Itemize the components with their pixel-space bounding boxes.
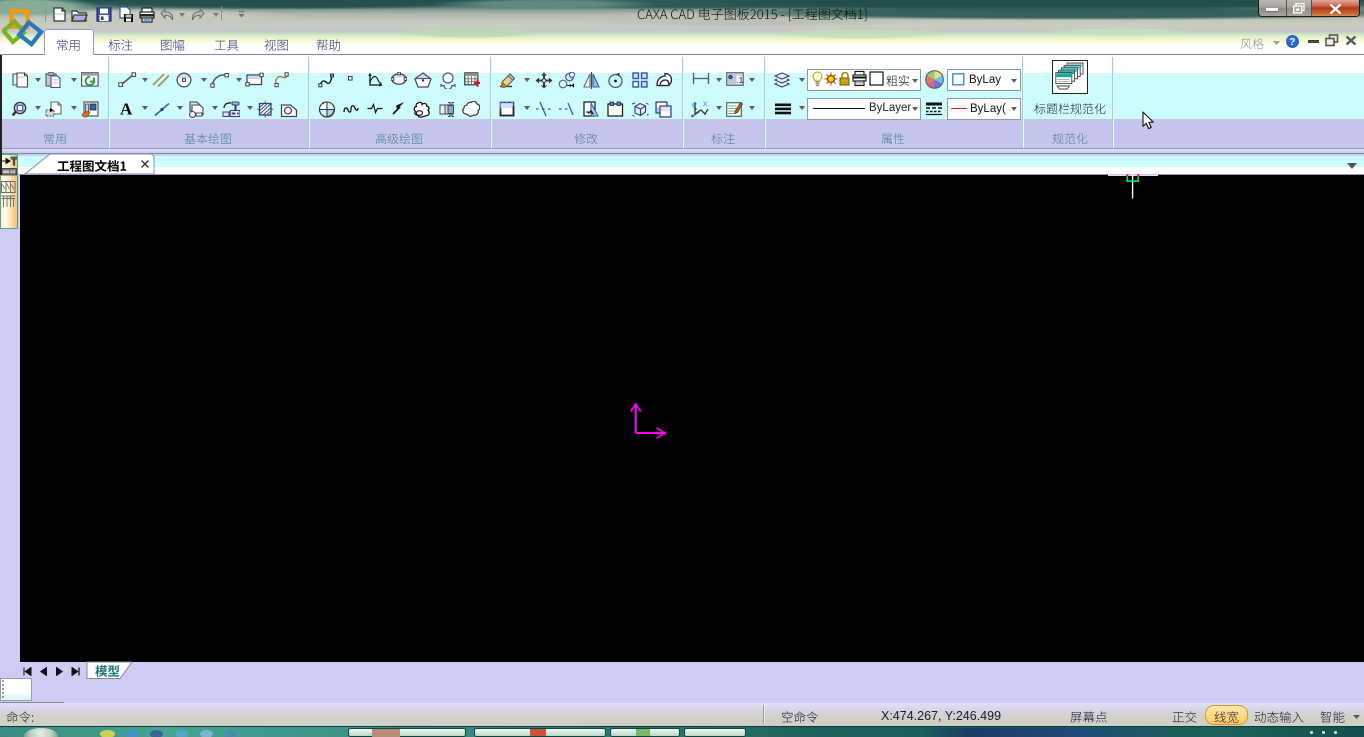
svg-text:.1: .1	[737, 76, 744, 85]
svg-text:X: X	[703, 101, 708, 108]
svg-text:?: ?	[1289, 37, 1295, 48]
svg-text:A: A	[120, 101, 133, 116]
